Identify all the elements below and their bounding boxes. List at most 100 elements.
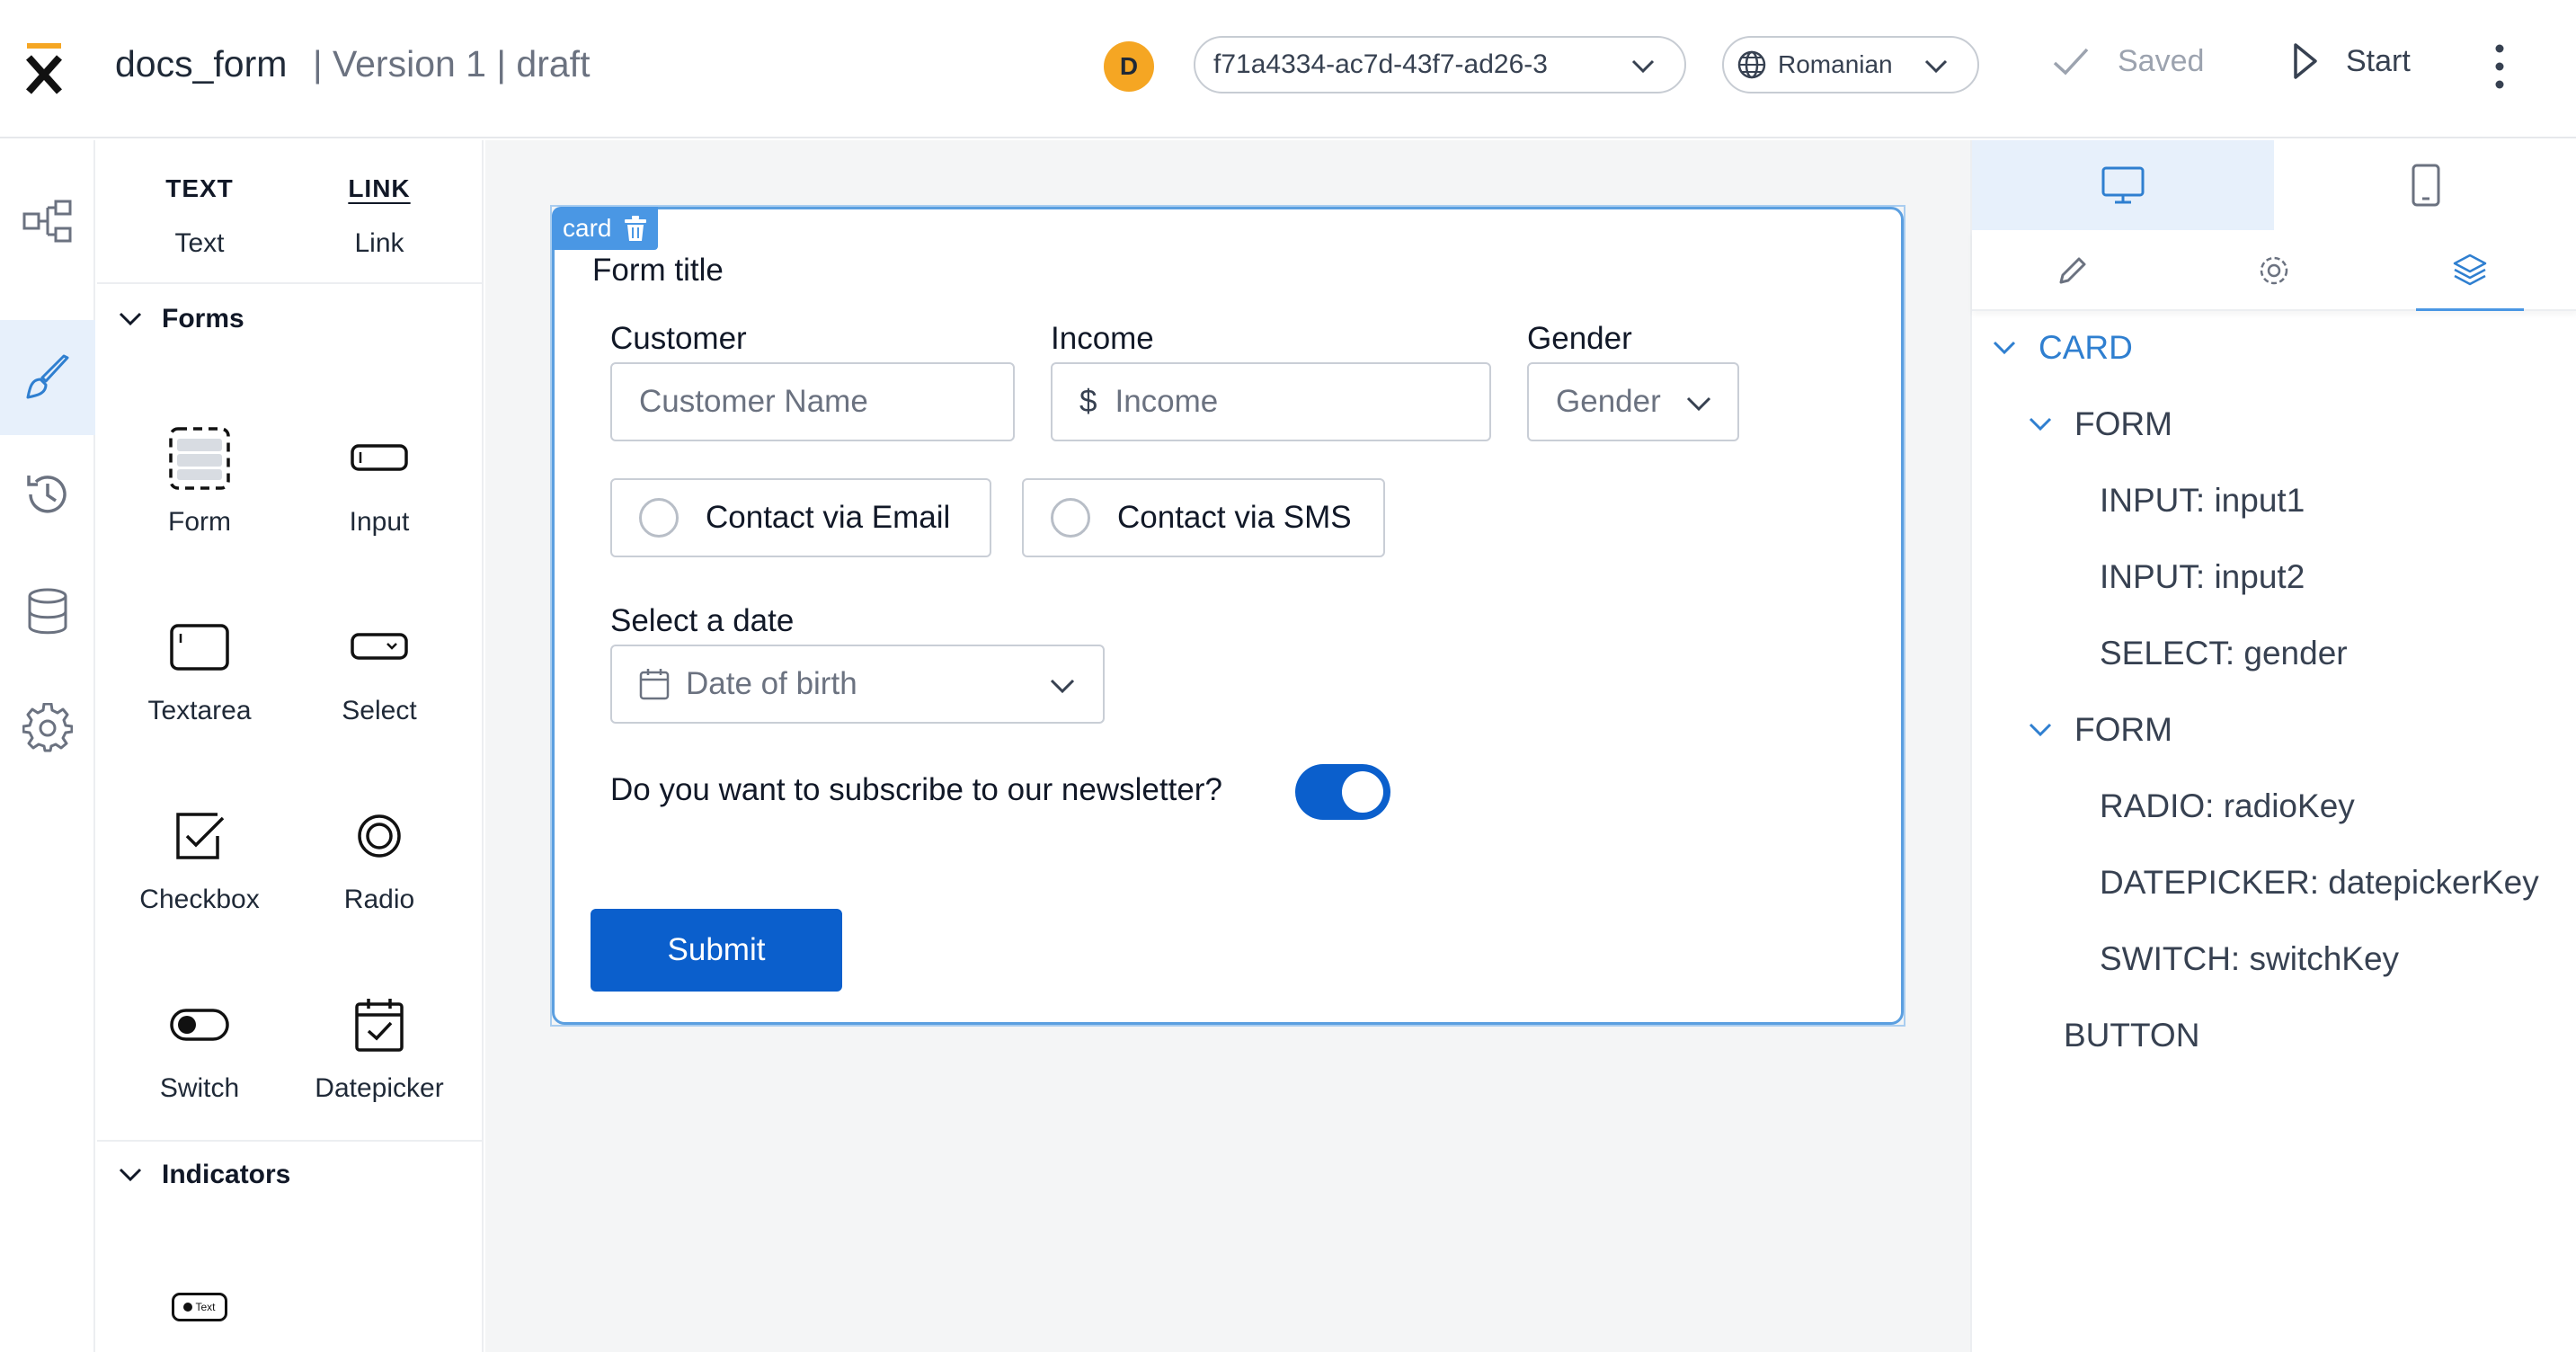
newsletter-switch[interactable] <box>1295 764 1390 820</box>
palette-item-radio[interactable]: Radio <box>289 800 469 915</box>
tree-node-radio[interactable]: RADIO: radioKey <box>2100 787 2355 825</box>
text-icon: TEXT <box>165 174 234 202</box>
pencil-icon <box>2059 257 2086 284</box>
palette-divider <box>97 1140 484 1142</box>
design-canvas: card Form title Customer Income Gender C… <box>485 140 1970 1352</box>
palette-item-indicator-text[interactable]: Text <box>110 1280 289 1334</box>
palette-item-textarea[interactable]: Textarea <box>110 611 289 726</box>
tree-node-form-2[interactable]: FORM <box>2028 711 2172 749</box>
radio-contact-email[interactable]: Contact via Email <box>610 478 991 557</box>
app-logo-icon[interactable] <box>22 41 67 95</box>
globe-icon <box>1737 50 1766 79</box>
forms-section-title: Forms <box>162 304 244 334</box>
palette-item-checkbox[interactable]: Checkbox <box>110 800 289 915</box>
tree-node-button[interactable]: BUTTON <box>2064 1017 2199 1054</box>
radio-circle <box>1051 498 1090 538</box>
chevron-down-icon <box>119 312 142 326</box>
palette-item-input[interactable]: Input <box>289 422 469 538</box>
submit-button[interactable]: Submit <box>591 909 842 992</box>
tree-node-label: CARD <box>2039 329 2133 366</box>
palette-item-label: Link <box>354 228 404 258</box>
tree-node-input2[interactable]: INPUT: input2 <box>2100 558 2305 596</box>
date-placeholder: Date of birth <box>686 666 857 701</box>
indicators-section-title: Indicators <box>162 1160 291 1189</box>
tree-node-label: SWITCH: switchKey <box>2100 940 2400 977</box>
gender-select[interactable]: Gender <box>1527 362 1739 441</box>
income-label: Income <box>1051 321 1154 356</box>
rail-process-button[interactable] <box>0 164 95 279</box>
language-select[interactable]: Romanian <box>1722 36 1979 93</box>
palette-item-link[interactable]: LINK Link <box>289 153 469 259</box>
radio-circle <box>639 498 679 538</box>
tree-node-select-gender[interactable]: SELECT: gender <box>2100 635 2348 672</box>
gender-placeholder: Gender <box>1556 384 1661 419</box>
desktop-icon <box>2101 166 2145 204</box>
trash-icon[interactable] <box>624 215 647 242</box>
palette-typography-group: TEXT Text LINK Link <box>97 140 484 284</box>
history-icon <box>27 476 67 513</box>
indicators-section-toggle[interactable]: Indicators <box>117 1160 290 1190</box>
palette-item-label: Input <box>349 507 410 537</box>
palette-item-text[interactable]: TEXT Text <box>110 153 289 259</box>
process-flow-icon <box>22 200 72 243</box>
tab-desktop[interactable] <box>1972 140 2274 230</box>
customer-label: Customer <box>610 321 747 356</box>
more-options-icon[interactable] <box>2486 40 2513 93</box>
tree-node-label: RADIO: radioKey <box>2100 787 2355 824</box>
palette-item-label: Checkbox <box>139 885 260 914</box>
gender-label: Gender <box>1527 321 1632 356</box>
card-tag-label: card <box>563 214 612 242</box>
chevron-down-icon <box>119 1168 142 1182</box>
tree-node-label: INPUT: input1 <box>2100 482 2305 519</box>
palette-item-switch[interactable]: Switch <box>110 989 289 1104</box>
customer-name-input[interactable]: Customer Name <box>610 362 1015 441</box>
top-header: docs_form | Version 1 | draft D f71a4334… <box>0 0 2576 138</box>
palette-item-select[interactable]: Select <box>289 611 469 726</box>
avatar[interactable]: D <box>1104 41 1154 92</box>
palette-item-datepicker[interactable]: Datepicker <box>289 989 469 1104</box>
form-icon <box>169 427 230 490</box>
tree-node-switch[interactable]: SWITCH: switchKey <box>2100 940 2399 978</box>
tree-node-label: INPUT: input2 <box>2100 558 2305 595</box>
saved-status: Saved <box>2051 41 2204 81</box>
customer-name-placeholder: Customer Name <box>639 384 868 419</box>
rail-data-button[interactable] <box>0 554 95 669</box>
radio-sms-label: Contact via SMS <box>1117 500 1352 535</box>
link-icon: LINK <box>348 174 411 202</box>
tree-node-card[interactable]: CARD <box>1992 329 2133 367</box>
database-icon <box>28 588 67 635</box>
calendar-icon <box>639 669 670 700</box>
tab-settings[interactable] <box>2220 230 2328 311</box>
card-component[interactable]: card Form title Customer Income Gender C… <box>552 207 1904 1025</box>
tab-layers[interactable] <box>2416 230 2524 311</box>
mobile-icon <box>2412 164 2440 207</box>
tree-node-form-1[interactable]: FORM <box>2028 405 2172 443</box>
palette-item-form[interactable]: Form <box>110 422 289 538</box>
radio-icon <box>358 814 401 858</box>
checkbox-icon <box>176 813 225 859</box>
tree-node-input1[interactable]: INPUT: input1 <box>2100 482 2305 520</box>
rail-history-button[interactable] <box>0 437 95 552</box>
rail-design-button[interactable] <box>0 320 95 435</box>
palette-item-label: Text <box>174 228 225 258</box>
rail-settings-button[interactable] <box>0 671 95 786</box>
forms-section-toggle[interactable]: Forms <box>117 304 244 334</box>
currency-prefix: $ <box>1079 384 1097 419</box>
tree-node-datepicker[interactable]: DATEPICKER: datepickerKey <box>2100 864 2539 902</box>
input-icon <box>351 444 408 471</box>
gear-icon <box>2260 256 2288 285</box>
income-placeholder: Income <box>1115 384 1219 419</box>
version-select[interactable]: f71a4334-ac7d-43f7-ad26-3 <box>1194 36 1686 93</box>
chevron-down-icon <box>1050 679 1075 694</box>
chevron-down-icon <box>2029 417 2052 431</box>
textarea-icon <box>170 624 229 671</box>
income-input[interactable]: $ Income <box>1051 362 1491 441</box>
start-button[interactable]: Start <box>2292 41 2411 81</box>
date-label: Select a date <box>610 603 795 638</box>
form-title: Form title <box>592 253 724 288</box>
date-of-birth-picker[interactable]: Date of birth <box>610 645 1105 724</box>
tab-edit[interactable] <box>2019 230 2127 311</box>
radio-contact-sms[interactable]: Contact via SMS <box>1022 478 1385 557</box>
properties-panel: CARD FORM INPUT: input1 INPUT: input2 SE… <box>1970 140 2576 1352</box>
tab-mobile[interactable] <box>2274 140 2576 230</box>
